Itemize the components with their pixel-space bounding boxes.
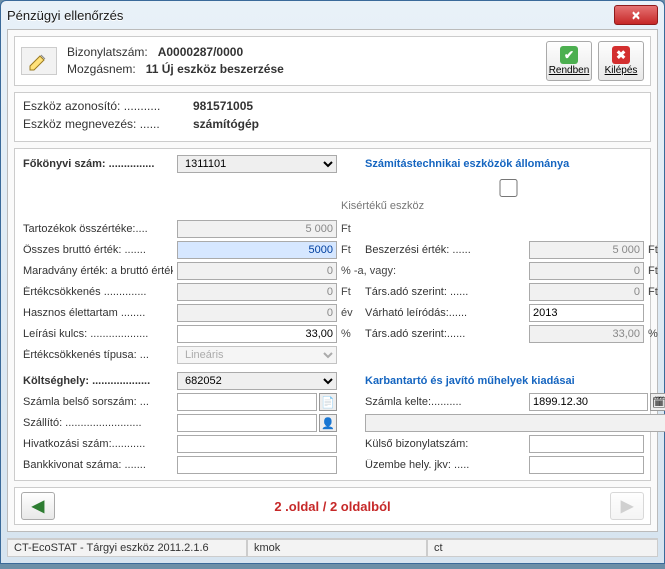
calendar-button[interactable]: 🗓 xyxy=(650,393,665,411)
close-icon: ✕ xyxy=(631,9,640,22)
costcenter-select[interactable]: 682052 xyxy=(177,372,337,390)
residual-value-input xyxy=(529,262,644,280)
deprec-type-select: Lineáris xyxy=(177,346,337,364)
next-page-button: ▶ xyxy=(610,492,644,520)
ledger-label: Főkönyvi szám: ............... xyxy=(23,158,173,170)
deprec-input xyxy=(177,283,337,301)
bank-statement-input[interactable] xyxy=(177,456,337,474)
exit-icon: ✖ xyxy=(612,46,630,64)
deprec-label: Értékcsökkenés .............. xyxy=(23,286,173,298)
invoice-internal-input[interactable] xyxy=(177,393,317,411)
bank-statement-label: Bankkivonat száma: ....... xyxy=(23,459,173,471)
corptax2-input xyxy=(529,325,644,343)
statusbar: CT-EcoSTAT - Tárgyi eszköz 2011.2.1.6 km… xyxy=(7,538,658,557)
costcenter-label: Költséghely: ................... xyxy=(23,375,173,387)
voucher-label: Bizonylatszám: xyxy=(67,45,148,59)
exit-button[interactable]: ✖ Kilépés xyxy=(598,41,644,81)
corptax1-label: Társ.adó szerint: ...... xyxy=(365,286,525,298)
reference-input[interactable] xyxy=(177,435,337,453)
voucher-value: A0000287/0000 xyxy=(158,45,243,59)
gross-input[interactable] xyxy=(177,241,337,259)
calendar-icon: 🗓 xyxy=(652,396,665,409)
asset-name-label: Eszköz megnevezés: ...... xyxy=(23,117,193,131)
deprec-type-label: Értékcsökkenés típusa: ... xyxy=(23,349,173,361)
purchase-input xyxy=(529,241,644,259)
check-icon: ✔ xyxy=(560,46,578,64)
commissioning-label: Üzembe hely. jkv: ..... xyxy=(365,459,525,471)
asset-name-value: számítógép xyxy=(193,117,259,131)
ledger-desc: Számítástechnikai eszközök állománya xyxy=(365,158,665,170)
corptax2-label: Társ.adó szerint:...... xyxy=(365,328,525,340)
person-icon: 👤 xyxy=(321,417,335,430)
residual-label: Maradvány érték: a bruttó érték . xyxy=(23,265,173,277)
corptax1-input xyxy=(529,283,644,301)
residual-pct-input xyxy=(177,262,337,280)
lifespan-input xyxy=(177,304,337,322)
arrow-right-icon: ▶ xyxy=(621,496,633,516)
status-user: kmok xyxy=(247,539,427,557)
accessories-input xyxy=(177,220,337,238)
rate-label: Leírási kulcs: ................... xyxy=(23,328,173,340)
window-close-button[interactable]: ✕ xyxy=(614,5,658,25)
window-title: Pénzügyi ellenőrzés xyxy=(7,8,614,23)
purchase-label: Beszerzési érték: ...... xyxy=(365,244,525,256)
supplier-label: Szállító: ......................... xyxy=(23,417,173,429)
supplier-lookup-button[interactable]: 👤 xyxy=(319,414,337,432)
commissioning-input[interactable] xyxy=(529,456,644,474)
edit-icon xyxy=(21,47,57,75)
document-header: Bizonylatszám: A0000287/0000 Mozgásnem: … xyxy=(14,36,651,86)
supplier-input[interactable] xyxy=(177,414,317,432)
lifespan-label: Hasznos élettartam ........ xyxy=(23,307,173,319)
form-section: Főkönyvi szám: ............... 1311101 S… xyxy=(14,148,651,481)
accessories-label: Tartozékok összértéke:.... xyxy=(23,223,173,235)
invoice-date-input[interactable] xyxy=(529,393,648,411)
prev-page-button[interactable]: ◀ xyxy=(21,492,55,520)
movement-value: 11 Új eszköz beszerzése xyxy=(146,62,284,76)
low-value-checkbox[interactable] xyxy=(345,179,665,197)
page-indicator: 2 .oldal / 2 oldalból xyxy=(55,499,610,514)
titlebar: Pénzügyi ellenőrzés ✕ xyxy=(1,1,664,29)
status-other: ct xyxy=(427,539,658,557)
asset-id-label: Eszköz azonosító: ........... xyxy=(23,99,193,113)
arrow-left-icon: ◀ xyxy=(32,496,44,516)
movement-label: Mozgásnem: xyxy=(67,62,136,76)
supplier-name-input xyxy=(365,414,665,432)
rate-input[interactable] xyxy=(177,325,337,343)
external-voucher-label: Külső bizonylatszám: xyxy=(365,438,525,450)
asset-id-section: Eszköz azonosító: ........... 981571005 … xyxy=(14,92,651,142)
reference-label: Hivatkozási szám:........... xyxy=(23,438,173,450)
asset-id-value: 981571005 xyxy=(193,99,253,113)
expected-input[interactable] xyxy=(529,304,644,322)
document-icon: 📄 xyxy=(321,396,335,409)
status-app: CT-EcoSTAT - Tárgyi eszköz 2011.2.1.6 xyxy=(7,539,247,557)
low-value-label: Kisértékű eszköz xyxy=(341,200,424,212)
invoice-internal-label: Számla belső sorszám: ... xyxy=(23,396,173,408)
ok-button[interactable]: ✔ Rendben xyxy=(546,41,592,81)
pager: ◀ 2 .oldal / 2 oldalból ▶ xyxy=(14,487,651,525)
external-voucher-input[interactable] xyxy=(529,435,644,453)
costcenter-desc: Karbantartó és javító műhelyek kiadásai xyxy=(365,375,665,387)
app-window: Pénzügyi ellenőrzés ✕ Bizonylatszám: A00… xyxy=(0,0,665,564)
invoice-date-label: Számla kelte:.......... xyxy=(365,396,525,408)
invoice-lookup-button[interactable]: 📄 xyxy=(319,393,337,411)
ledger-select[interactable]: 1311101 xyxy=(177,155,337,173)
expected-label: Várható leíródás:...... xyxy=(365,307,525,319)
gross-label: Összes bruttó érték: ....... xyxy=(23,244,173,256)
